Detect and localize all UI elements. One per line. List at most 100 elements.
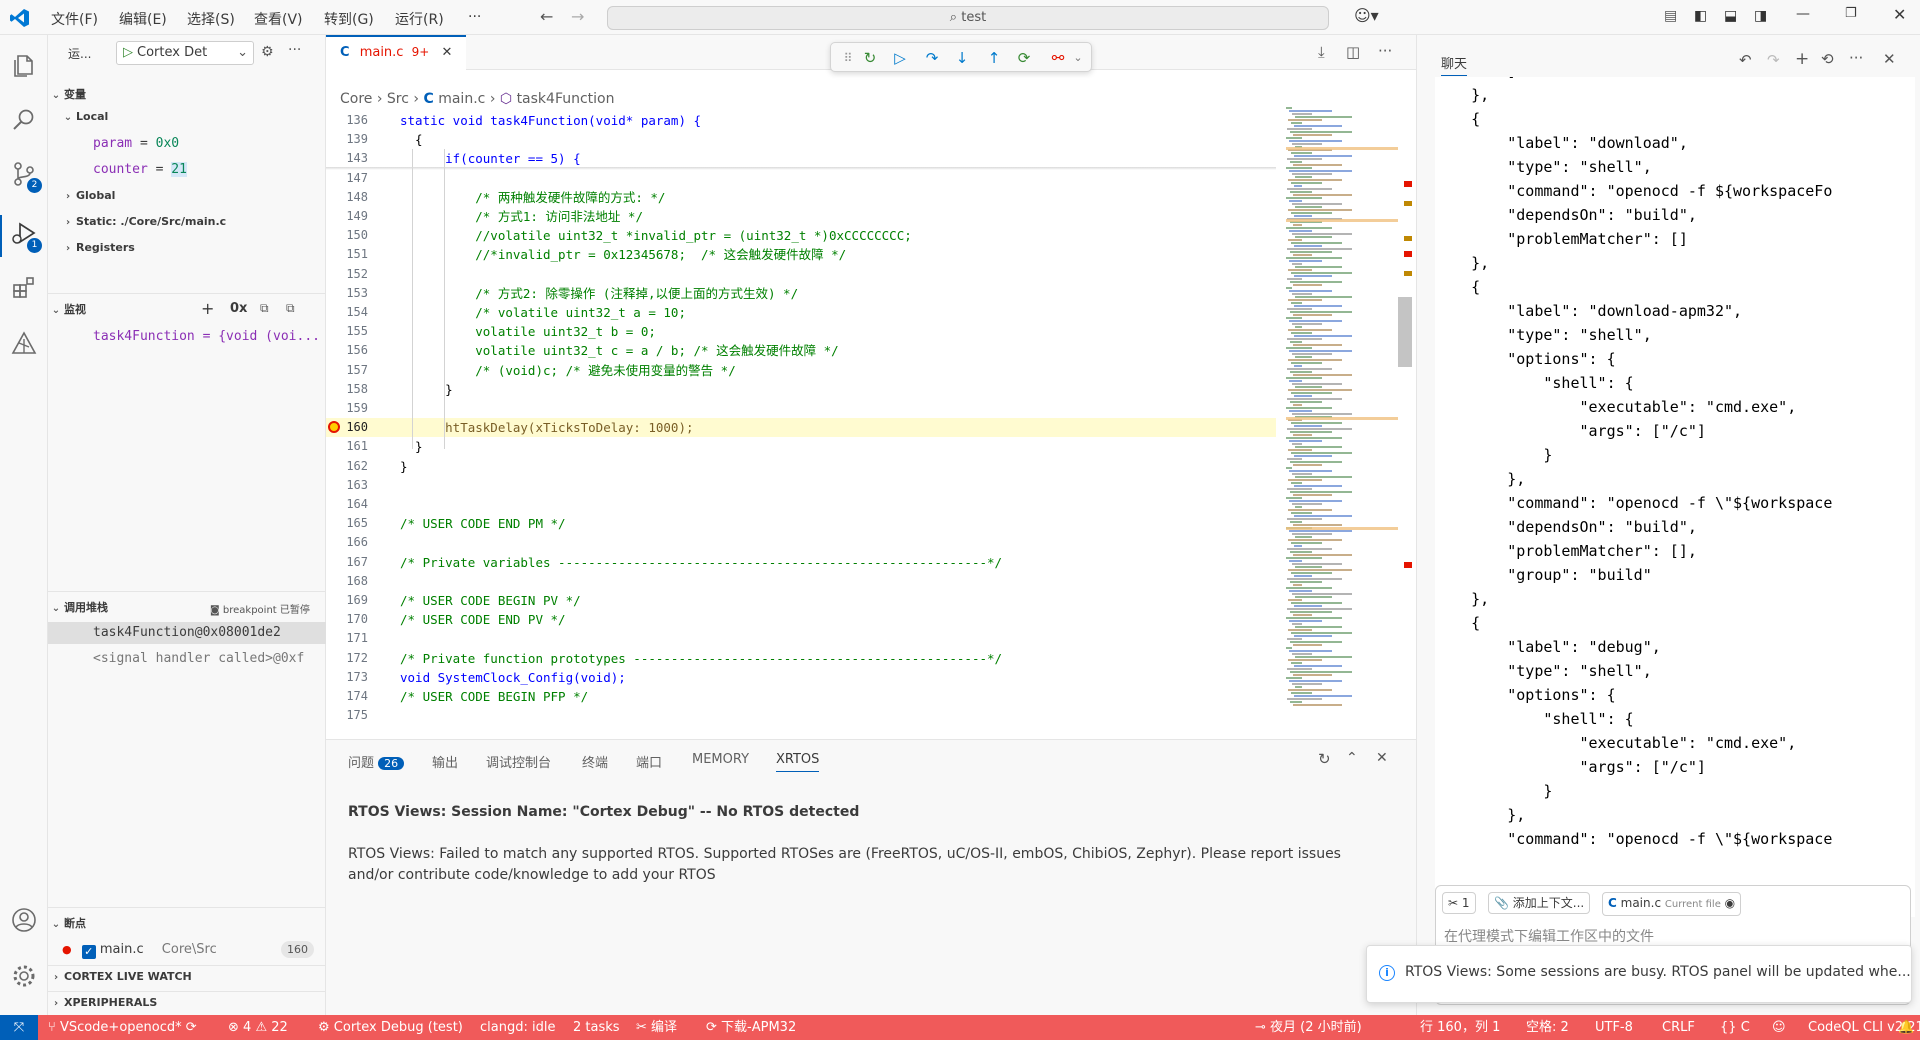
code-line[interactable]: 148 /* 两种触发硬件故障的方式: */ bbox=[326, 188, 1276, 207]
breadcrumb-src[interactable]: Src bbox=[387, 91, 409, 107]
code-line[interactable]: 169 /* USER CODE BEGIN PV */ bbox=[326, 591, 1276, 610]
close-panel-icon[interactable]: ✕ bbox=[1376, 750, 1388, 766]
compile-button[interactable]: ✂ 编译 bbox=[636, 1015, 677, 1040]
code-line[interactable]: 151 //*invalid_ptr = 0x12345678; /* 这会触发… bbox=[326, 245, 1276, 264]
undo-icon[interactable]: ↶ bbox=[1739, 51, 1752, 69]
disconnect-icon[interactable]: ⚯ bbox=[1047, 47, 1069, 69]
tab-main-c[interactable]: C main.c 9+ ✕ bbox=[326, 35, 466, 70]
variable-counter[interactable]: counter = 21 bbox=[48, 159, 326, 181]
debug-settings-gear-icon[interactable]: ⚙ bbox=[261, 44, 274, 60]
tab-problems[interactable]: 问题 26 bbox=[348, 752, 405, 771]
code-line[interactable]: 139 { bbox=[326, 130, 1276, 149]
toggle-panel-icon[interactable]: ⬓ bbox=[1724, 8, 1737, 24]
code-line[interactable]: 152 bbox=[326, 265, 1276, 284]
scope-local[interactable]: ⌄ Local bbox=[48, 106, 326, 128]
search-icon[interactable] bbox=[10, 107, 38, 135]
download-button[interactable]: ⟳ 下载-APM32 bbox=[706, 1015, 796, 1040]
tab-debug-console[interactable]: 调试控制台 bbox=[486, 752, 551, 771]
notifications-bell-icon[interactable]: 🔔 bbox=[1898, 1015, 1914, 1040]
close-window-icon[interactable]: ✕ bbox=[1893, 5, 1906, 24]
code-line[interactable]: 162} bbox=[326, 457, 1276, 476]
code-line[interactable]: 175 bbox=[326, 706, 1276, 725]
toggle-secondary-sidebar-icon[interactable]: ◨ bbox=[1754, 8, 1767, 24]
variables-section-header[interactable]: ⌄ 变量 bbox=[48, 84, 326, 106]
code-line[interactable]: 156 volatile uint32_t c = a / b; /* 这会触发… bbox=[326, 341, 1276, 360]
menu-file[interactable]: 文件(F) bbox=[51, 9, 98, 29]
split-editor-icon[interactable]: ◫ bbox=[1346, 43, 1360, 61]
more-actions-icon[interactable]: ··· bbox=[288, 42, 301, 58]
menu-run[interactable]: 运行(R) bbox=[395, 9, 444, 29]
source-control-icon[interactable]: 2 bbox=[10, 161, 42, 193]
command-center-search[interactable]: ⌕ test bbox=[607, 6, 1329, 30]
drag-handle-icon[interactable]: ⠿ bbox=[837, 47, 859, 69]
breakpoint-checkbox[interactable]: ✓ bbox=[81, 945, 96, 959]
indentation[interactable]: 空格: 2 bbox=[1526, 1015, 1569, 1040]
menu-view[interactable]: 查看(V) bbox=[254, 9, 303, 29]
code-line[interactable]: 157 /* (void)c; /* 避免未使用变量的警告 */ bbox=[326, 361, 1276, 380]
tab-xrtos[interactable]: XRTOS bbox=[776, 752, 820, 772]
stack-frame-current[interactable]: task4Function@0x08001de2 bbox=[48, 622, 326, 644]
forward-arrow-icon[interactable]: → bbox=[571, 7, 584, 26]
code-line[interactable]: 163 bbox=[326, 476, 1276, 495]
account-icon[interactable] bbox=[10, 907, 38, 935]
remote-indicator[interactable]: ⤧ bbox=[0, 1015, 38, 1040]
copilot-icon[interactable]: ☺▾ bbox=[1354, 6, 1379, 25]
scope-registers[interactable]: › Registers bbox=[48, 237, 326, 259]
back-arrow-icon[interactable]: ← bbox=[540, 7, 553, 26]
code-line[interactable]: 158 } bbox=[326, 380, 1276, 399]
restart-icon[interactable]: ⟳ bbox=[1013, 47, 1035, 69]
stack-frame-signal[interactable]: <signal handler called>@0xf bbox=[48, 648, 326, 670]
code-line[interactable]: 165 /* USER CODE END PM */ bbox=[326, 514, 1276, 533]
debug-session-item[interactable]: ⚙ Cortex Debug (test) bbox=[318, 1015, 463, 1040]
tab-terminal[interactable]: 终端 bbox=[582, 752, 608, 771]
code-area[interactable]: 136 static void task4Function(void* param… bbox=[326, 109, 1276, 739]
menu-edit[interactable]: 编辑(E) bbox=[119, 9, 167, 29]
cortex-live-watch-header[interactable]: › CORTEX LIVE WATCH bbox=[48, 965, 326, 987]
language-mode[interactable]: {} C bbox=[1720, 1015, 1750, 1040]
settings-gear-icon[interactable] bbox=[10, 963, 38, 991]
clangd-status[interactable]: clangd: idle bbox=[480, 1015, 555, 1040]
code-line[interactable]: 160 htTaskDelay(xTicksToDelay: 1000); bbox=[326, 418, 1276, 438]
minimize-icon[interactable]: — bbox=[1796, 6, 1810, 22]
line-ending[interactable]: CRLF bbox=[1662, 1015, 1695, 1040]
hex-toggle-button[interactable]: 0x bbox=[230, 301, 247, 316]
code-line[interactable]: 172 /* Private function prototypes ------… bbox=[326, 649, 1276, 668]
redo-icon[interactable]: ↷ bbox=[1767, 51, 1780, 69]
code-line[interactable]: 143 if(counter == 5) { bbox=[326, 149, 1276, 168]
code-line[interactable]: 164 bbox=[326, 495, 1276, 514]
toggle-sidebar-icon[interactable]: ◧ bbox=[1694, 8, 1707, 24]
code-line[interactable]: 173 void SystemClock_Config(void); bbox=[326, 668, 1276, 687]
menu-go[interactable]: 转到(G) bbox=[324, 9, 374, 29]
extensions-icon[interactable] bbox=[10, 275, 38, 303]
editor-more-icon[interactable]: ··· bbox=[1378, 42, 1392, 60]
close-chat-icon[interactable]: ✕ bbox=[1883, 50, 1896, 68]
code-line[interactable]: 153 /* 方式2: 除零操作 (注释掉,以便上面的方式生效) */ bbox=[326, 284, 1276, 303]
minimap[interactable] bbox=[1286, 107, 1406, 737]
breadcrumb-file[interactable]: main.c bbox=[438, 91, 485, 107]
collapse-all-icon[interactable]: ⧉ bbox=[260, 301, 269, 316]
code-line[interactable]: 171 bbox=[326, 629, 1276, 648]
tools-button[interactable]: ✂ 1 bbox=[1442, 892, 1476, 914]
new-chat-icon[interactable]: + bbox=[1795, 49, 1809, 69]
menu-selection[interactable]: 选择(S) bbox=[187, 9, 235, 29]
step-over-icon[interactable]: ↷ bbox=[921, 47, 943, 69]
git-blame-item[interactable]: ⊸ 夜月 (2 小时前) bbox=[1255, 1015, 1362, 1040]
breakpoints-section-header[interactable]: ⌄ 断点 bbox=[48, 913, 326, 935]
customize-layout-icon[interactable]: ▤ bbox=[1664, 8, 1677, 24]
remove-all-icon[interactable]: ⧉ bbox=[286, 301, 295, 316]
problems-item[interactable]: ⊗ 4 ⚠ 22 bbox=[228, 1015, 288, 1040]
code-line[interactable]: 154 /* volatile uint32_t a = 10; bbox=[326, 303, 1276, 322]
branch-item[interactable]: ⑂ VScode+openocd* ⟳ bbox=[48, 1015, 197, 1040]
scroll-thumb[interactable] bbox=[1398, 297, 1412, 367]
notification-toast[interactable]: i RTOS Views: Some sessions are busy. RT… bbox=[1366, 945, 1912, 1003]
scope-global[interactable]: › Global bbox=[48, 185, 326, 207]
encoding[interactable]: UTF-8 bbox=[1595, 1015, 1633, 1040]
code-line[interactable]: 155 volatile uint32_t b = 0; bbox=[326, 322, 1276, 341]
watch-section-header[interactable]: ⌄ 监视 bbox=[48, 299, 326, 321]
code-line[interactable]: 170 /* USER CODE END PV */ bbox=[326, 610, 1276, 629]
add-context-button[interactable]: 📎 添加上下文... bbox=[1488, 892, 1591, 914]
add-expression-icon[interactable]: + bbox=[201, 299, 214, 318]
code-line[interactable]: 136 static void task4Function(void* param… bbox=[326, 111, 1276, 130]
tab-output[interactable]: 输出 bbox=[432, 752, 458, 771]
maximize-panel-icon[interactable]: ⌃ bbox=[1346, 750, 1358, 766]
